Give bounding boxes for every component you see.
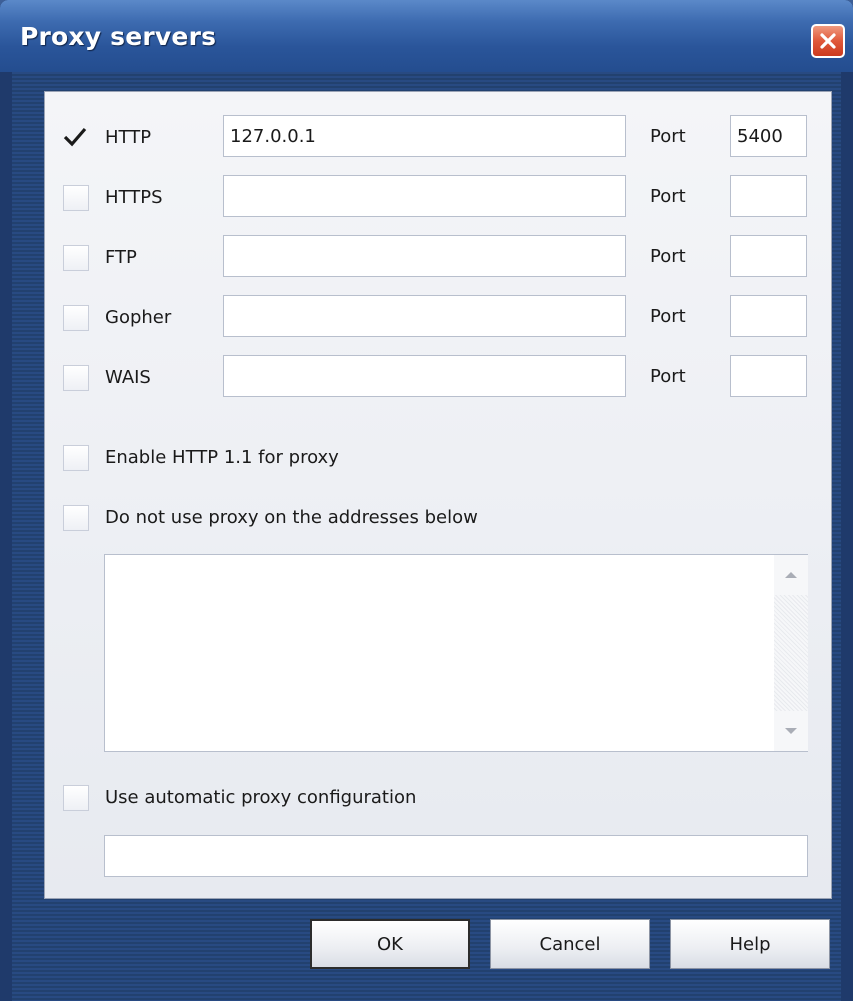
cancel-button[interactable]: Cancel <box>490 919 650 969</box>
http-port-input[interactable]: 5400 <box>730 115 807 157</box>
proxy-servers-dialog: Proxy servers HTTP 127.0.0.1 Port 5400 H… <box>0 0 853 1001</box>
auto-config-checkbox[interactable] <box>63 785 89 811</box>
ftp-label: FTP <box>105 247 137 268</box>
close-icon <box>820 33 836 49</box>
help-button[interactable]: Help <box>670 919 830 969</box>
vertical-scrollbar[interactable] <box>774 555 808 751</box>
scroll-down-button[interactable] <box>774 711 808 751</box>
enable-http11-checkbox[interactable] <box>63 445 89 471</box>
http-address-input[interactable]: 127.0.0.1 <box>223 115 626 157</box>
ftp-checkbox[interactable] <box>63 245 89 271</box>
checkmark-icon <box>63 127 87 147</box>
auto-config-url-input[interactable] <box>104 835 808 877</box>
dialog-title: Proxy servers <box>20 22 217 51</box>
wais-port-input[interactable] <box>730 355 807 397</box>
gopher-label: Gopher <box>105 307 172 328</box>
wais-label: WAIS <box>105 367 151 388</box>
ok-button[interactable]: OK <box>310 919 470 969</box>
close-button[interactable] <box>811 24 845 58</box>
arrow-up-icon <box>785 572 797 578</box>
ftp-port-input[interactable] <box>730 235 807 277</box>
bypass-addresses-textarea[interactable] <box>104 554 808 752</box>
wais-port-label: Port <box>650 366 686 387</box>
wais-address-input[interactable] <box>223 355 626 397</box>
gopher-checkbox[interactable] <box>63 305 89 331</box>
http-checkbox[interactable] <box>62 124 88 150</box>
arrow-down-icon <box>785 728 797 734</box>
gopher-port-label: Port <box>650 306 686 327</box>
gopher-address-input[interactable] <box>223 295 626 337</box>
http-label: HTTP <box>105 127 152 148</box>
https-port-label: Port <box>650 186 686 207</box>
https-address-input[interactable] <box>223 175 626 217</box>
scroll-up-button[interactable] <box>774 555 808 595</box>
https-port-input[interactable] <box>730 175 807 217</box>
gopher-port-input[interactable] <box>730 295 807 337</box>
https-checkbox[interactable] <box>63 185 89 211</box>
ftp-port-label: Port <box>650 246 686 267</box>
title-bar[interactable]: Proxy servers <box>0 0 853 72</box>
ftp-address-input[interactable] <box>223 235 626 277</box>
https-label: HTTPS <box>105 187 163 208</box>
wais-checkbox[interactable] <box>63 365 89 391</box>
bypass-proxy-label: Do not use proxy on the addresses below <box>105 507 478 528</box>
enable-http11-label: Enable HTTP 1.1 for proxy <box>105 447 339 468</box>
bypass-proxy-checkbox[interactable] <box>63 505 89 531</box>
http-port-label: Port <box>650 126 686 147</box>
auto-config-label: Use automatic proxy configuration <box>105 787 417 808</box>
